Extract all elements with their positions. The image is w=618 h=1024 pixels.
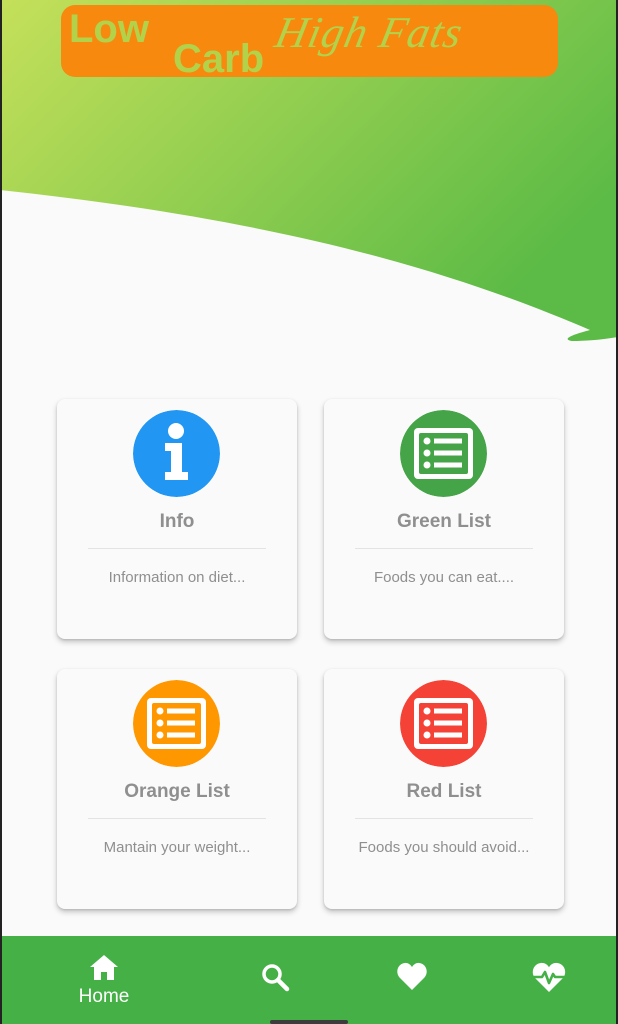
card-title: Green List	[397, 511, 491, 532]
card-divider	[88, 818, 266, 819]
heart-icon	[397, 962, 427, 990]
screen-left-edge	[0, 0, 2, 1024]
card-description: Foods you should avoid...	[358, 839, 530, 856]
red-list-card[interactable]: Red List Foods you should avoid...	[324, 669, 564, 909]
bottom-navigation: Home	[0, 936, 618, 1024]
nav-home-label: Home	[78, 986, 130, 1007]
orange-list-card[interactable]: Orange List Mantain your weight...	[57, 669, 297, 909]
card-description: Foods you can eat....	[373, 569, 515, 586]
logo-word-low: Low	[69, 7, 149, 51]
card-divider	[355, 548, 533, 549]
search-icon	[262, 964, 290, 992]
list-icon	[400, 680, 487, 767]
nav-health[interactable]	[499, 936, 599, 1024]
info-card[interactable]: Info Information on diet...	[57, 399, 297, 639]
card-divider	[88, 548, 266, 549]
list-icon	[400, 410, 487, 497]
nav-home[interactable]: Home	[54, 936, 154, 1024]
app-logo: Low Carb High Fats	[61, 5, 558, 77]
heartbeat-icon	[532, 962, 566, 992]
logo-script-text: High Fats	[270, 8, 468, 57]
card-title: Red List	[406, 781, 482, 802]
nav-favorites[interactable]	[362, 936, 462, 1024]
card-description: Mantain your weight...	[103, 839, 251, 856]
card-title: Orange List	[124, 781, 230, 802]
nav-search[interactable]	[225, 936, 325, 1024]
green-list-card[interactable]: Green List Foods you can eat....	[324, 399, 564, 639]
home-icon	[90, 955, 118, 980]
logo-word-carb: Carb	[173, 37, 265, 77]
card-title: Info	[159, 511, 195, 532]
info-icon	[133, 410, 220, 497]
list-icon	[133, 680, 220, 767]
card-divider	[355, 818, 533, 819]
system-home-indicator	[270, 1020, 348, 1024]
card-description: Information on diet...	[108, 569, 246, 586]
